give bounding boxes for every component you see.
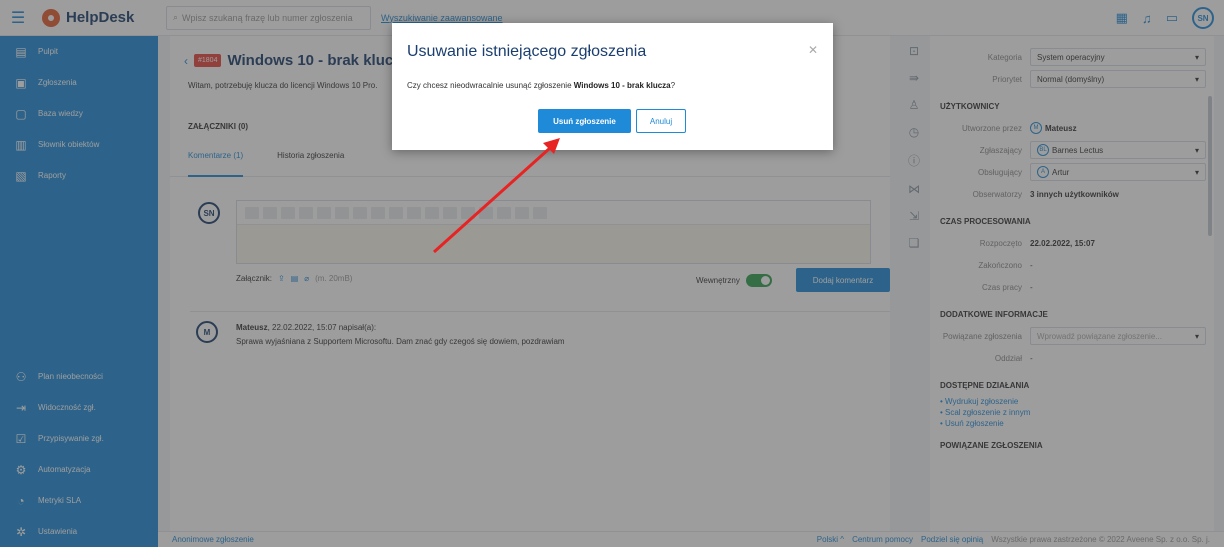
dialog-message-suffix: ? (670, 81, 676, 90)
dialog-message: Czy chcesz nieodwracalnie usunąć zgłosze… (407, 81, 675, 90)
delete-ticket-dialog: Usuwanie istniejącego zgłoszenia ✕ Czy c… (392, 23, 833, 150)
confirm-delete-button[interactable]: Usuń zgłoszenie (538, 109, 631, 133)
close-icon[interactable]: ✕ (808, 43, 818, 57)
cancel-button[interactable]: Anuluj (636, 109, 686, 133)
dialog-title: Usuwanie istniejącego zgłoszenia (407, 43, 647, 60)
dialog-ticket-name: Windows 10 - brak klucza (573, 81, 671, 90)
dialog-message-prefix: Czy chcesz nieodwracalnie usunąć zgłosze… (407, 81, 574, 90)
